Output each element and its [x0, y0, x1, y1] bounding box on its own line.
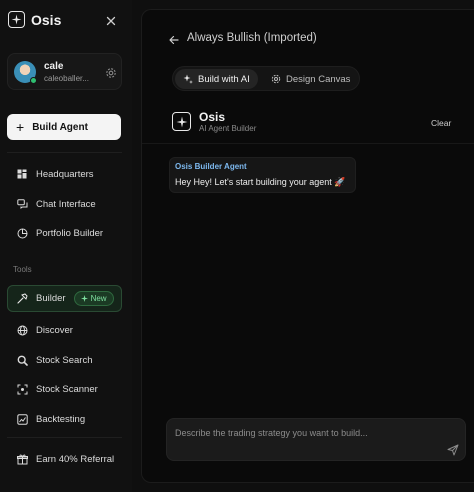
- build-agent-label: Build Agent: [32, 121, 88, 133]
- new-badge: New: [73, 291, 114, 306]
- sidebar-item-stock-search[interactable]: Stock Search: [7, 347, 122, 373]
- strategy-input[interactable]: [175, 426, 435, 440]
- gift-icon: [16, 453, 28, 465]
- build-agent-button[interactable]: + Build Agent: [7, 114, 121, 140]
- sidebar-item-chat-interface[interactable]: Chat Interface: [7, 191, 122, 217]
- sparkle-icon: [80, 295, 88, 302]
- online-status-dot: [30, 77, 37, 84]
- sidebar-item-label: Portfolio Builder: [36, 227, 104, 239]
- user-card[interactable]: cale caleoballer...: [7, 53, 122, 90]
- sidebar-item-label: Stock Scanner: [36, 383, 98, 395]
- agent-name: Osis: [199, 110, 226, 124]
- message-text: Hey Hey! Let's start building your agent…: [175, 177, 346, 187]
- send-icon[interactable]: [447, 443, 459, 456]
- scanner-icon: [16, 383, 28, 395]
- grid-icon: [16, 168, 28, 180]
- chat-icon: [16, 198, 28, 210]
- tab-label: Build with AI: [198, 73, 250, 85]
- brand[interactable]: Osis: [8, 11, 61, 28]
- plus-icon: +: [16, 119, 25, 135]
- section-label-tools: Tools: [13, 265, 32, 274]
- sidebar-item-label: Headquarters: [36, 168, 94, 180]
- sidebar-item-builder[interactable]: Builder New: [7, 285, 122, 312]
- osis-logo-icon: [8, 11, 25, 28]
- sparkle-icon: [183, 74, 193, 84]
- sidebar-item-label: Earn 40% Referral: [36, 453, 115, 465]
- brand-name: Osis: [31, 11, 62, 28]
- user-email: caleoballer...: [44, 74, 89, 83]
- sidebar-item-discover[interactable]: Discover: [7, 317, 122, 343]
- chat-message: Osis Builder Agent Hey Hey! Let's start …: [169, 157, 356, 193]
- sidebar-item-stock-scanner[interactable]: Stock Scanner: [7, 376, 122, 402]
- back-arrow-icon[interactable]: [168, 33, 180, 45]
- sidebar: Osis cale caleoballer... + Build Agent H…: [0, 0, 132, 492]
- search-icon: [16, 354, 28, 366]
- sidebar-divider: [7, 152, 122, 153]
- sidebar-item-referral[interactable]: Earn 40% Referral: [7, 446, 122, 472]
- composer: [166, 418, 466, 461]
- globe-icon: [16, 324, 28, 336]
- main-panel: Always Bullish (Imported) Build with AI …: [141, 9, 474, 483]
- sidebar-item-label: Backtesting: [36, 413, 86, 425]
- chart-icon: [16, 413, 28, 425]
- clear-button[interactable]: Clear: [431, 118, 451, 128]
- tab-design-canvas[interactable]: Design Canvas: [263, 69, 358, 89]
- sidebar-item-portfolio-builder[interactable]: Portfolio Builder: [7, 220, 122, 246]
- header-divider: [142, 143, 474, 144]
- sidebar-item-backtesting[interactable]: Backtesting: [7, 406, 122, 432]
- app-window: Osis cale caleoballer... + Build Agent H…: [0, 0, 474, 492]
- tab-build-with-ai[interactable]: Build with AI: [175, 69, 258, 89]
- close-sidebar-icon[interactable]: [105, 14, 117, 26]
- sidebar-item-label: Chat Interface: [36, 198, 96, 210]
- hammer-icon: [17, 293, 28, 305]
- message-author: Osis Builder Agent: [175, 162, 247, 171]
- agent-subtitle: AI Agent Builder: [199, 124, 257, 133]
- mode-tabs: Build with AI Design Canvas: [172, 66, 360, 91]
- tab-label: Design Canvas: [286, 73, 351, 85]
- user-name: cale: [44, 61, 64, 72]
- page-title: Always Bullish (Imported): [187, 32, 317, 44]
- new-badge-label: New: [90, 294, 107, 303]
- avatar: [14, 61, 37, 84]
- pie-chart-icon: [16, 227, 28, 239]
- sidebar-item-label: Builder: [36, 293, 66, 304]
- sidebar-item-label: Discover: [36, 324, 73, 336]
- gear-icon: [271, 74, 281, 84]
- sidebar-item-headquarters[interactable]: Headquarters: [7, 161, 122, 187]
- osis-logo-icon: [172, 112, 191, 131]
- sidebar-divider: [7, 437, 122, 438]
- sidebar-item-label: Stock Search: [36, 354, 93, 366]
- gear-icon[interactable]: [105, 66, 117, 78]
